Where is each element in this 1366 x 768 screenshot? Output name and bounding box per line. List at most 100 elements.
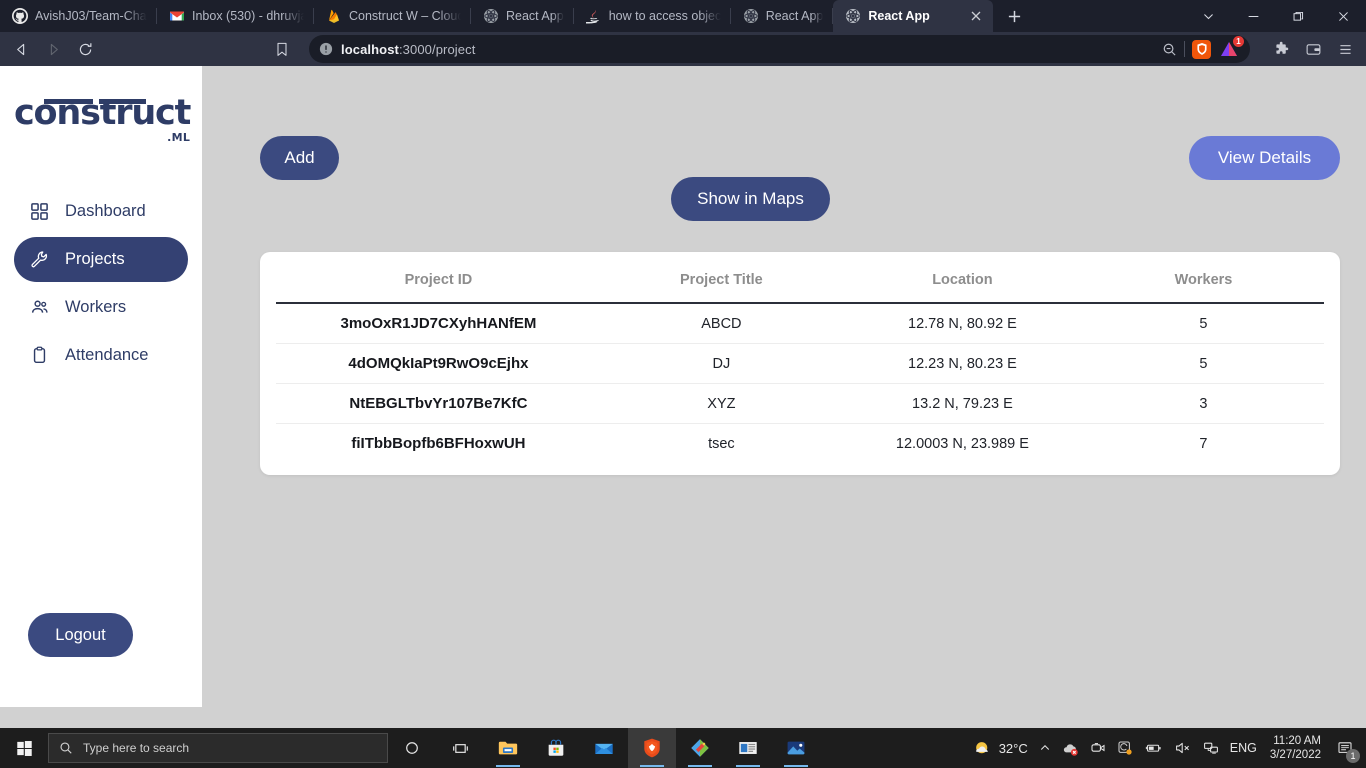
volume-icon[interactable] [1174,740,1192,756]
lion-glyph [1196,43,1207,55]
view-details-button[interactable]: View Details [1189,136,1340,180]
column-header-project-title[interactable]: Project Title [600,266,842,304]
new-tab-button[interactable] [999,1,1029,31]
photos-icon [787,741,805,755]
tab-title: React App [868,9,930,23]
browser-tab-1[interactable]: Inbox (530) - dhruvjain [157,0,314,32]
table-header-row: Project ID Project Title Location Worker… [276,266,1324,304]
extension-shield-badge[interactable]: 1 [1218,36,1244,59]
weather-temp: 32°C [998,740,1028,756]
cell-project-title: tsec [708,435,735,452]
logout-container: Logout [0,613,202,707]
extensions-button[interactable] [1266,35,1296,63]
maximize-button[interactable] [1276,0,1321,32]
weather-widget[interactable]: 32°C [973,739,1028,758]
table-row[interactable]: 4dOMQkIaPt9RwO9cEjhx DJ 12.23 N, 80.23 E… [276,343,1324,384]
close-window-button[interactable] [1321,0,1366,32]
brave-shields-icon[interactable] [1192,39,1211,59]
projects-table: Project ID Project Title Location Worker… [276,266,1324,463]
taskbar-search[interactable]: Type here to search [48,733,388,763]
add-button[interactable]: Add [260,136,339,180]
minimize-button[interactable] [1231,0,1276,32]
restore-icon [1293,11,1304,21]
sync-status-icon[interactable] [1117,740,1133,756]
onedrive-error-icon [1063,743,1078,756]
reload-button[interactable] [70,35,100,63]
taskbar-app-file-explorer[interactable] [484,728,532,768]
hamburger-menu-icon [1339,44,1351,54]
url-path: :3000/project [398,41,476,57]
clock-date: 3/27/2022 [1269,749,1321,761]
back-button[interactable] [6,35,36,63]
notifications-button[interactable]: 1 [1332,735,1360,763]
main-menu-button[interactable] [1330,35,1360,63]
table-row[interactable]: NtEBGLTbvYr107Be7KfC XYZ 13.2 N, 79.23 E… [276,383,1324,424]
cell-location: 12.78 N, 80.92 E [841,303,1083,344]
github-icon [12,8,28,24]
clock-time: 11:20 AM [1273,734,1321,747]
column-header-location[interactable]: Location [841,266,1083,304]
start-button[interactable] [0,728,48,768]
cell-project-id: 4dOMQkIaPt9RwO9cEjhx [276,343,601,384]
tab-search-button[interactable] [1186,0,1231,32]
browser-tab-6-active[interactable]: React App [833,0,994,32]
address-bar[interactable]: localhost:3000/project 1 [309,35,1250,63]
tray-overflow-button[interactable] [1039,742,1051,754]
cell-project-id: 3moOxR1JD7CXyhHANfEM [276,303,601,344]
browser-tab-5[interactable]: React App [731,0,834,32]
onedrive-status-icon[interactable] [1062,740,1079,757]
divider [1184,41,1185,57]
browser-tab-2[interactable]: Construct W – Cloud Fi [314,0,471,32]
column-header-workers[interactable]: Workers [1082,266,1324,304]
app-logo[interactable]: construct .ML [0,86,202,178]
clock[interactable]: 11:20 AM 3/27/2022 [1268,734,1321,763]
logo-bar-left [44,99,93,104]
sidebar-item-dashboard[interactable]: Dashboard [14,189,188,234]
sidebar: construct .ML Dashboard Projects Workers [0,66,202,707]
tab-title: Inbox (530) - dhruvjain [192,9,304,23]
taskbar-app-mail[interactable] [580,728,628,768]
forward-button[interactable] [38,35,68,63]
zoom-out-icon[interactable] [1162,42,1177,57]
system-tray: 32°C ENG 11:20 AM 3/27/2022 1 [973,728,1366,768]
camera-icon[interactable] [1090,740,1106,756]
close-icon[interactable] [969,9,983,23]
browser-tab-4[interactable]: how to access object in [574,0,731,32]
bookmark-button[interactable] [267,35,297,63]
battery-icon[interactable] [1144,740,1163,756]
react-icon [484,9,498,23]
network-icon[interactable] [1203,740,1219,756]
page-viewport: construct .ML Dashboard Projects Workers [0,66,1366,728]
back-arrow-icon [16,43,24,55]
address-bar-actions: 1 [1162,36,1244,59]
column-header-project-id[interactable]: Project ID [276,266,601,304]
badge-count: 1 [1233,36,1244,47]
visual-studio-icon [691,739,709,757]
microsoft-store-icon [548,739,564,756]
logout-button[interactable]: Logout [28,613,133,657]
table-row[interactable]: fiITbbBopfb6BFHoxwUH tsec 12.0003 N, 23.… [276,424,1324,464]
browser-tab-3[interactable]: React App [471,0,574,32]
cortana-button[interactable] [388,728,436,768]
taskbar-app-visual-studio[interactable] [676,728,724,768]
sidebar-item-workers[interactable]: Workers [14,285,188,330]
volume-muted-icon [1175,742,1189,754]
browser-tab-0[interactable]: AvishJ03/Team-Chaos [0,0,157,32]
taskbar-app-brave[interactable] [628,728,676,768]
tab-title: Construct W – Cloud Fi [349,9,461,23]
taskbar-app-news[interactable] [724,728,772,768]
logo-bar-right [99,99,146,104]
taskbar-app-photos[interactable] [772,728,820,768]
not-secure-icon[interactable] [319,42,333,56]
task-view-button[interactable] [436,728,484,768]
sidebar-item-label: Dashboard [65,202,146,220]
sidebar-item-attendance[interactable]: Attendance [14,333,188,378]
taskbar-app-microsoft-store[interactable] [532,728,580,768]
extensions-puzzle-icon [1275,41,1288,54]
sidebar-item-projects[interactable]: Projects [14,237,188,282]
language-indicator[interactable]: ENG [1230,741,1257,755]
wallet-button[interactable] [1298,35,1328,63]
show-in-maps-button[interactable]: Show in Maps [671,177,830,221]
table-row[interactable]: 3moOxR1JD7CXyhHANfEM ABCD 12.78 N, 80.92… [276,303,1324,344]
grid-icon [31,203,48,220]
